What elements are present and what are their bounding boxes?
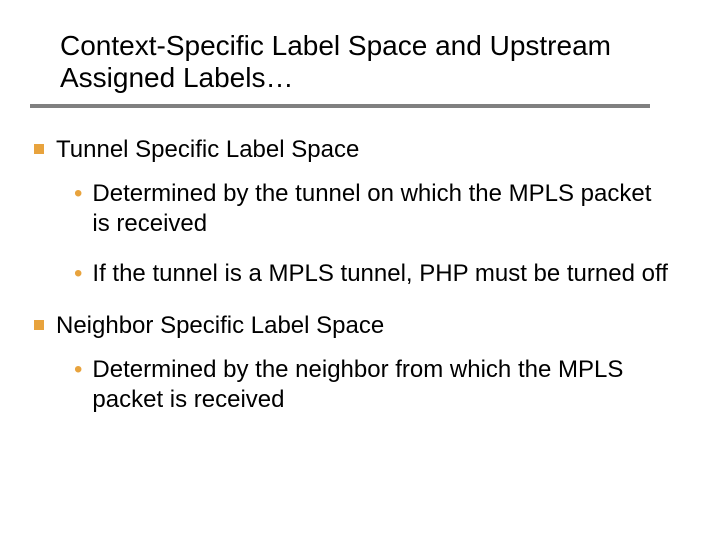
list-item-text: Determined by the tunnel on which the MP… [92,179,674,239]
dot-bullet-icon: • [74,259,82,289]
list-item-text: If the tunnel is a MPLS tunnel, PHP must… [92,259,667,289]
section-heading: Tunnel Specific Label Space [34,135,674,165]
list-item: • If the tunnel is a MPLS tunnel, PHP mu… [74,259,674,289]
section-items: • Determined by the neighbor from which … [74,355,674,415]
slide: Context-Specific Label Space and Upstrea… [0,0,720,540]
title-underline [30,104,650,108]
list-item-text: Determined by the neighbor from which th… [92,355,674,415]
dot-bullet-icon: • [74,355,82,385]
title-block: Context-Specific Label Space and Upstrea… [60,30,660,108]
section-items: • Determined by the tunnel on which the … [74,179,674,289]
list-item: • Determined by the tunnel on which the … [74,179,674,239]
content-area: Tunnel Specific Label Space • Determined… [34,135,674,437]
list-item: • Determined by the neighbor from which … [74,355,674,415]
dot-bullet-icon: • [74,179,82,209]
section-heading: Neighbor Specific Label Space [34,311,674,341]
section-heading-text: Tunnel Specific Label Space [56,135,359,165]
slide-title: Context-Specific Label Space and Upstrea… [60,30,660,94]
square-bullet-icon [34,320,44,330]
square-bullet-icon [34,144,44,154]
section-heading-text: Neighbor Specific Label Space [56,311,384,341]
